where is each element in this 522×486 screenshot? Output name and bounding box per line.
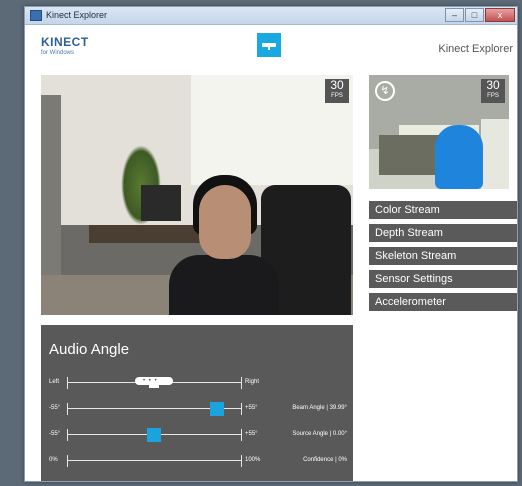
depth-stream-view[interactable]: ↯ 30 FPS bbox=[369, 75, 509, 189]
audio-angle-panel: Audio Angle Left • • • Right -55° +55° B… bbox=[41, 325, 353, 481]
close-button[interactable]: x bbox=[485, 8, 515, 22]
menu-item-depth-stream[interactable]: Depth Stream bbox=[369, 224, 517, 242]
title-bar[interactable]: Kinect Explorer – □ x bbox=[25, 7, 517, 25]
panel-title: Audio Angle bbox=[49, 341, 130, 358]
menu-item-skeleton-stream[interactable]: Skeleton Stream bbox=[369, 247, 517, 265]
kinect-sensor-icon[interactable] bbox=[257, 33, 281, 57]
fps-unit: FPS bbox=[487, 93, 499, 99]
fps-unit: FPS bbox=[331, 93, 343, 99]
menu-item-accelerometer[interactable]: Accelerometer bbox=[369, 293, 517, 311]
app-icon bbox=[30, 10, 42, 21]
color-stream-view: 30 FPS bbox=[41, 75, 353, 315]
stream-menu: Color Stream Depth Stream Skeleton Strea… bbox=[369, 201, 517, 316]
brand-name: KINECT bbox=[41, 35, 89, 49]
direction-row: Left • • • Right bbox=[41, 373, 353, 393]
menu-item-sensor-settings[interactable]: Sensor Settings bbox=[369, 270, 517, 288]
source-angle-value: 0.00° bbox=[332, 431, 347, 437]
beam-max-label: +55° bbox=[245, 405, 258, 411]
beam-min-label: -55° bbox=[49, 405, 61, 411]
minimize-button[interactable]: – bbox=[445, 8, 464, 22]
depth-fps-badge: 30 FPS bbox=[481, 79, 505, 103]
color-fps-badge: 30 FPS bbox=[325, 79, 349, 103]
beam-angle-slider[interactable] bbox=[209, 402, 224, 416]
menu-item-color-stream[interactable]: Color Stream bbox=[369, 201, 517, 219]
window-title: Kinect Explorer bbox=[46, 10, 108, 20]
fps-value: 30 bbox=[330, 78, 344, 92]
window-controls: – □ x bbox=[445, 8, 515, 22]
confidence-readout: Confidence | 0% bbox=[303, 457, 347, 463]
confidence-max-label: 100% bbox=[245, 457, 261, 463]
source-angle-row: -55° +55° Source Angle | 0.00° bbox=[41, 425, 353, 445]
direction-left-label: Left bbox=[49, 379, 60, 385]
source-min-label: -55° bbox=[49, 431, 61, 437]
beam-angle-label: Beam Angle | bbox=[292, 405, 328, 411]
beam-angle-row: -55° +55° Beam Angle | 39.99° bbox=[41, 399, 353, 419]
source-angle-label: Source Angle | bbox=[292, 431, 332, 437]
source-angle-readout: Source Angle | 0.00° bbox=[292, 431, 347, 437]
beam-angle-value: 39.99° bbox=[329, 405, 347, 411]
brand-logo: KINECT for Windows bbox=[41, 35, 89, 56]
beam-angle-readout: Beam Angle | 39.99° bbox=[292, 405, 347, 411]
app-window: Kinect Explorer – □ x KINECT for Windows… bbox=[24, 6, 518, 482]
direction-right-label: Right bbox=[245, 379, 260, 385]
confidence-label: Confidence | bbox=[303, 457, 337, 463]
view-swap-icon[interactable]: ↯ bbox=[375, 81, 395, 101]
app-name: Kinect Explorer bbox=[438, 43, 513, 55]
source-angle-slider[interactable] bbox=[147, 428, 161, 442]
confidence-min-label: 0% bbox=[49, 457, 58, 463]
confidence-value: 0% bbox=[338, 457, 347, 463]
brand-subtitle: for Windows bbox=[41, 50, 75, 56]
maximize-button[interactable]: □ bbox=[465, 8, 484, 22]
tracked-person-highlight bbox=[435, 125, 483, 189]
confidence-row: 0% 100% Confidence | 0% bbox=[41, 451, 353, 471]
source-max-label: +55° bbox=[245, 431, 258, 437]
fps-value: 30 bbox=[486, 78, 500, 92]
